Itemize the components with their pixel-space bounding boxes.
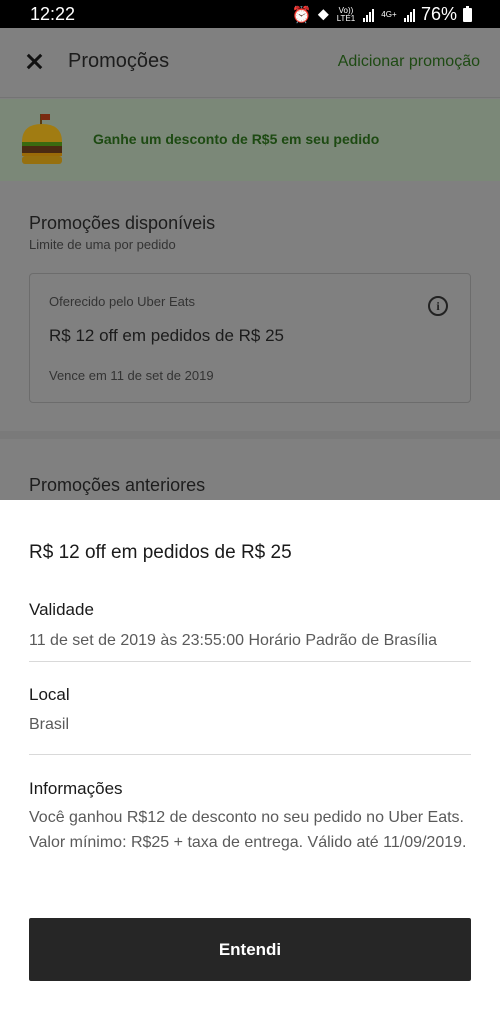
card-title: R$ 12 off em pedidos de R$ 25 — [49, 326, 285, 345]
alarm-icon: ⏰ — [291, 6, 312, 24]
card-offered-by: Oferecido pelo Uber Eats — [49, 294, 195, 309]
close-icon[interactable] — [22, 50, 46, 74]
info-value: Você ganhou R$12 de desconto no seu pedi… — [29, 809, 467, 851]
signal-icon — [362, 8, 374, 22]
divider — [29, 661, 471, 662]
burger-icon — [22, 114, 62, 164]
volte-icon: Vo)) LTE1 — [336, 5, 356, 23]
got-it-button[interactable]: Entendi — [29, 918, 471, 981]
promotion-details-sheet: R$ 12 off em pedidos de R$ 25 Validade 1… — [0, 500, 500, 1028]
status-time: 12:22 — [30, 4, 76, 24]
promo-banner[interactable]: Ganhe um desconto de R$5 em seu pedido — [0, 99, 500, 181]
battery-icon — [463, 5, 472, 22]
battery-percent: 76% — [420, 4, 457, 24]
app-header: Promoções Adicionar promoção — [0, 28, 500, 98]
location-label: Local — [29, 685, 70, 704]
location-icon: ⬥ — [317, 5, 329, 23]
card-expiry: Vence em 11 de set de 2019 — [49, 368, 214, 383]
signal-icon-2 — [403, 8, 415, 22]
promotions-screen: Promoções Adicionar promoção Ganhe um de… — [0, 28, 500, 500]
info-label: Informações — [29, 779, 123, 798]
sheet-title: R$ 12 off em pedidos de R$ 25 — [29, 542, 292, 563]
validity-label: Validade — [29, 600, 94, 619]
network-type-icon: 4G+ — [381, 9, 397, 19]
available-promotions-section: Promoções disponíveis Limite de uma por … — [0, 181, 500, 439]
past-promotions-title: Promoções anteriores — [29, 475, 206, 495]
page-title: Promoções — [68, 50, 170, 72]
section-subtitle: Limite de uma por pedido — [29, 237, 176, 252]
status-bar: 12:22 ⏰ ⬥ Vo)) LTE1 4G+ 76% — [0, 0, 500, 28]
divider — [29, 754, 471, 755]
section-title: Promoções disponíveis — [29, 213, 216, 233]
add-promotion-link[interactable]: Adicionar promoção — [338, 53, 480, 71]
location-value: Brasil — [29, 716, 70, 733]
promo-card[interactable]: Oferecido pelo Uber Eats R$ 12 off em pe… — [29, 273, 471, 403]
banner-text: Ganhe um desconto de R$5 em seu pedido — [93, 131, 380, 147]
validity-value: 11 de set de 2019 às 23:55:00 Horário Pa… — [29, 632, 437, 649]
info-icon[interactable]: i — [428, 296, 448, 316]
status-icons: ⏰ ⬥ Vo)) LTE1 4G+ 76% — [292, 4, 472, 25]
